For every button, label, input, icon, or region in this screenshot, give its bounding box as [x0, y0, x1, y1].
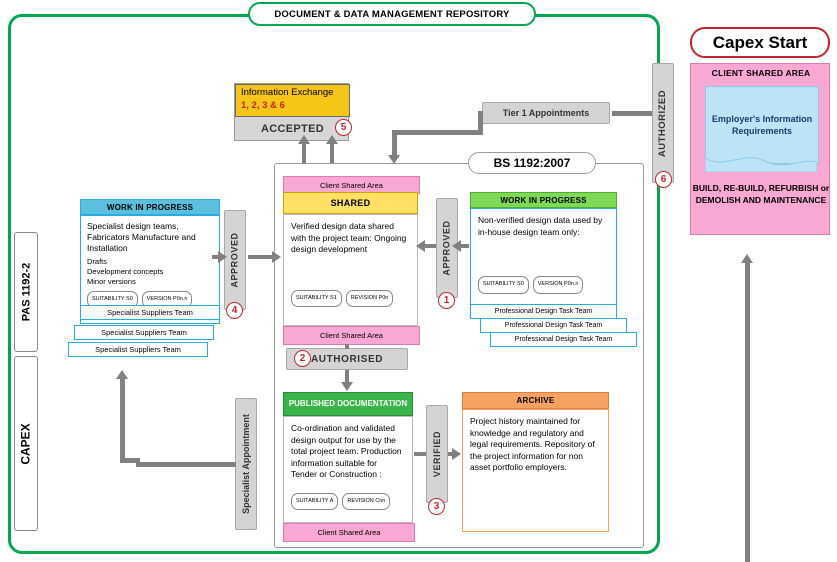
arrow-tier1-horizontal [392, 130, 482, 135]
authorized-gate-right: AUTHORIZED [652, 63, 674, 183]
client-shared-area-title: CLIENT SHARED AREA [711, 68, 811, 78]
published-chips: SUITABILITY A REVISION Cnn [291, 492, 405, 510]
information-exchange-box: Information Exchange 1, 2, 3 & 6 ACCEPTE… [234, 83, 350, 141]
wip-left-header: WORK IN PROGRESS [80, 199, 220, 215]
shared-chips: SUITABILITY S1 REVISION P0n [291, 289, 410, 307]
wip-right-chip-suitability: SUITABILITY S0 [478, 276, 529, 294]
published-chip-suitability: SUITABILITY A [291, 492, 339, 510]
capex-start-badge: Capex Start [690, 27, 830, 58]
published-documentation-header: PUBLISHED DOCUMENTATION [283, 392, 413, 416]
arrow-verified-to-archive-head [452, 448, 461, 460]
client-shared-area-panel: CLIENT SHARED AREA Employer's Informatio… [690, 63, 830, 235]
wip-right-body: Non-verified design data used by in-hous… [470, 208, 617, 314]
pas-1192-2-bar: PAS 1192-2 [14, 232, 38, 352]
marker-6: 6 [655, 171, 672, 188]
wip-left-body-sub-1: Drafts [87, 257, 108, 266]
capex-bar: CAPEX [14, 356, 38, 531]
shared-chip-suitability: SUITABILITY S1 [291, 289, 342, 307]
arrow-approved-to-shared-head [416, 240, 425, 252]
professional-design-task-team-tab-2: Professional Design Task Team [480, 318, 627, 333]
published-bottom-strip: Client Shared Area [283, 523, 415, 542]
marker-2: 2 [294, 350, 311, 367]
information-exchange-title: Information Exchange [241, 87, 334, 98]
shared-chip-revision: REVISION P0n [345, 289, 394, 307]
arrow-tier1-head [388, 155, 400, 164]
verified-gate-label: VERIFIED [432, 430, 442, 478]
arrow-tier1-from-authorized [612, 111, 654, 116]
arrow-specialist-vertical [120, 378, 125, 462]
repository-title: DOCUMENT & DATA MANAGEMENT REPOSITORY [248, 2, 536, 26]
shared-header: SHARED [283, 192, 418, 214]
shared-panel: Client Shared Area SHARED Verified desig… [283, 176, 420, 345]
arrow-specialist-head [116, 370, 128, 379]
marker-5: 5 [335, 119, 352, 136]
authorized-gate-right-label: AUTHORIZED [657, 89, 669, 157]
arrow-ie-secondary-head [326, 135, 338, 144]
pas-1192-2-label: PAS 1192-2 [20, 262, 33, 322]
arrow-approved-to-shared-line [424, 244, 436, 248]
professional-design-task-team-tab-1: Professional Design Task Team [470, 304, 617, 319]
arrow-capex-return-head [741, 254, 753, 263]
wip-left-body-main: Specialist design teams, Fabricators Man… [87, 221, 196, 253]
employers-information-requirements-box: Employer's Information Requirements [705, 86, 819, 164]
specialist-suppliers-team-tab-3: Specialist Suppliers Team [68, 342, 208, 357]
arrow-published-to-verified-line [414, 452, 426, 456]
verified-gate: VERIFIED [426, 405, 448, 503]
approved-gate-left-label: APPROVED [230, 232, 240, 288]
professional-design-task-team-tab-3: Professional Design Task Team [490, 332, 637, 347]
published-documentation-body: Co-ordination and validated design outpu… [283, 416, 413, 523]
archive-body: Project history maintained for knowledge… [462, 409, 609, 532]
arrow-wipright-to-approved-head [452, 240, 461, 252]
arrow-tier1-drop [478, 111, 483, 135]
specialist-appointment-label: Specialist Appointment [241, 414, 251, 514]
client-shared-area-footer: BUILD, RE-BUILD, REFURBISH or DEMOLISH A… [692, 183, 830, 205]
shared-body: Verified design data shared with the pro… [283, 214, 418, 326]
wip-right-chips: SUITABILITY S0 VERSION P0n.n [478, 276, 609, 294]
wip-left-body-sub-2: Development concepts [87, 267, 164, 276]
marker-1: 1 [438, 292, 455, 309]
arrow-wipleft-to-approved-head [218, 251, 227, 263]
published-documentation-panel: PUBLISHED DOCUMENTATION Co-ordination an… [283, 392, 415, 542]
arrow-specialist-corner [120, 458, 140, 463]
capex-label: CAPEX [19, 422, 33, 465]
archive-panel: ARCHIVE Project history maintained for k… [462, 392, 609, 532]
marker-3: 3 [428, 498, 445, 515]
tier1-appointments: Tier 1 Appointments [482, 102, 610, 124]
marker-4: 4 [226, 302, 243, 319]
shared-body-text: Verified design data shared with the pro… [291, 221, 407, 254]
information-exchange-header: Information Exchange 1, 2, 3 & 6 [235, 84, 350, 117]
published-chip-revision: REVISION Cnn [342, 492, 391, 510]
arrow-approvedleft-to-shared-line [248, 255, 274, 259]
approved-gate-right-label: APPROVED [442, 220, 452, 276]
arrow-authorised-to-published-head [341, 382, 353, 391]
archive-header: ARCHIVE [462, 392, 609, 409]
specialist-suppliers-team-tab-1: Specialist Suppliers Team [80, 305, 220, 320]
arrow-capex-return-line [745, 262, 750, 562]
specialist-suppliers-team-tab-2: Specialist Suppliers Team [74, 325, 214, 340]
shared-bottom-strip: Client Shared Area [283, 326, 420, 345]
wip-right-body-text: Non-verified design data used by in-hous… [478, 215, 603, 237]
wip-left-body-sub-3: Minor versions [87, 277, 136, 286]
wip-right-chip-version: VERSION P0n.n [532, 276, 584, 294]
wip-right-panel: WORK IN PROGRESS Non-verified design dat… [470, 192, 617, 314]
arrow-shared-to-ie-head [298, 135, 310, 144]
specialist-appointment-gate: Specialist Appointment [235, 398, 257, 530]
arrow-shared-to-authorised-line [345, 344, 349, 349]
arrow-specialist-horizontal [136, 462, 236, 467]
arrow-approvedleft-to-shared-head [272, 251, 281, 263]
published-documentation-body-text: Co-ordination and validated design outpu… [291, 423, 402, 479]
bs-1192-label: BS 1192:2007 [468, 152, 596, 174]
wave-icon [705, 157, 817, 172]
approved-gate-left: APPROVED [224, 210, 246, 310]
wip-right-header: WORK IN PROGRESS [470, 192, 617, 208]
information-exchange-numbers: 1, 2, 3 & 6 [241, 100, 285, 111]
